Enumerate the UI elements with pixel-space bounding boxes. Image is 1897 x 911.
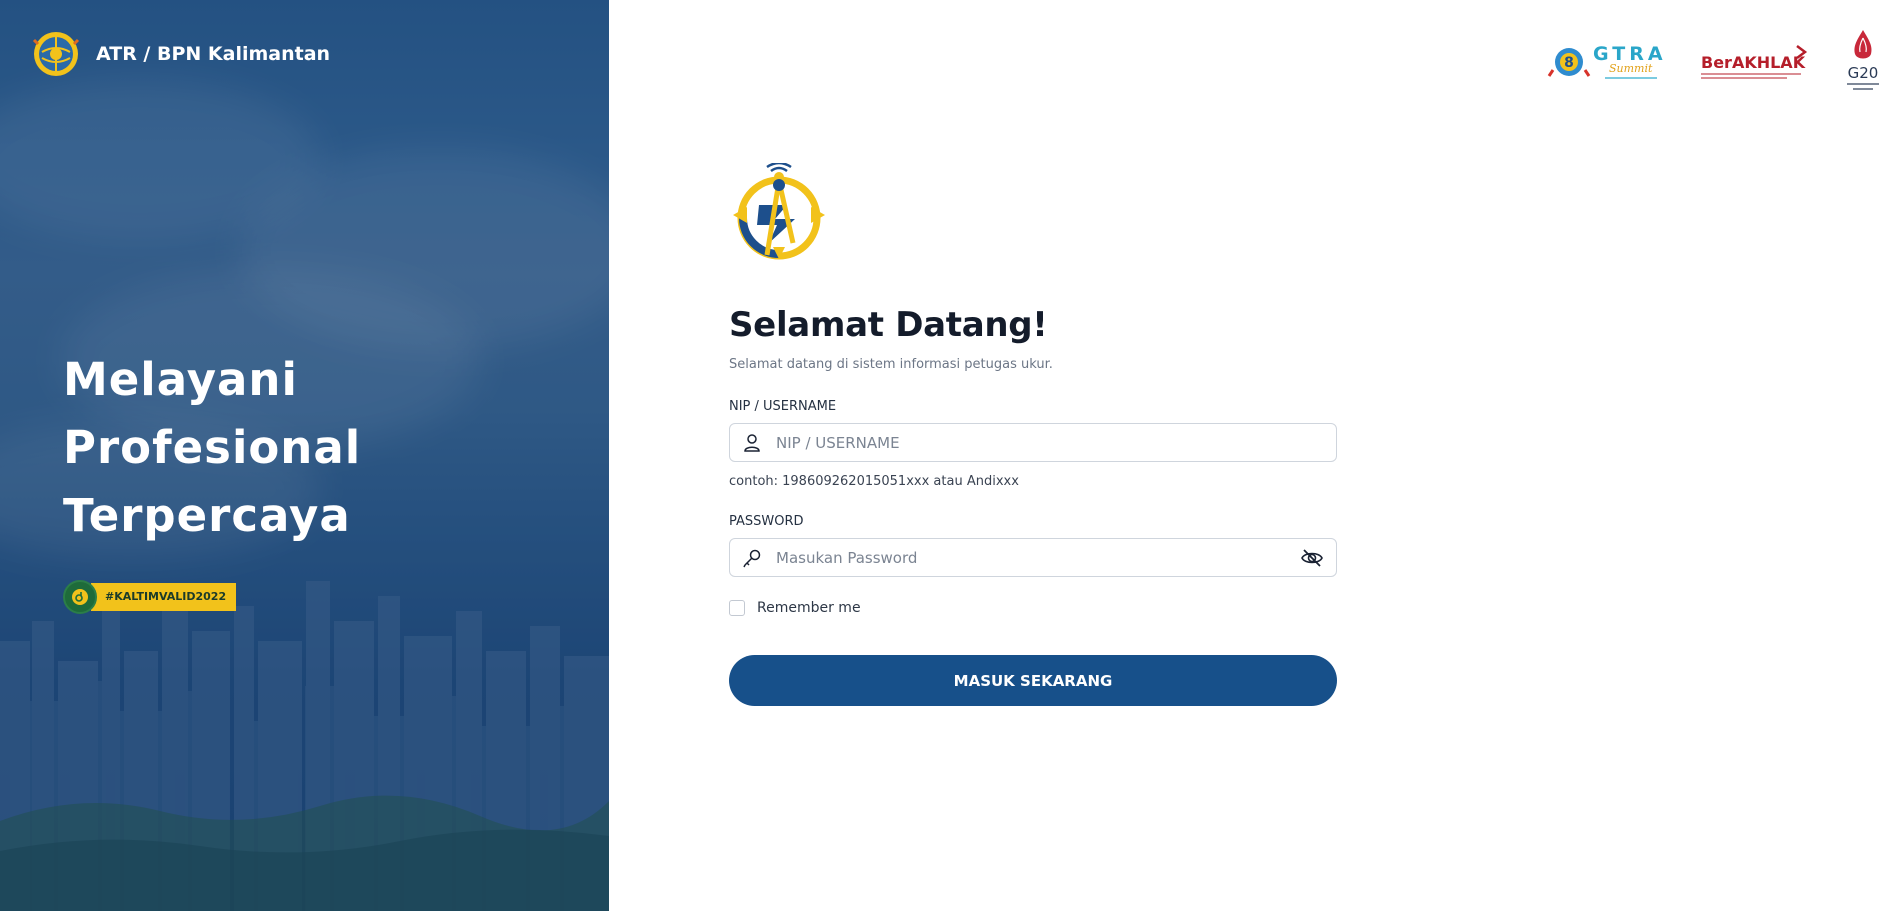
remember-label: Remember me	[757, 600, 861, 616]
berakhlak-logo: BerAKHLAK	[1699, 40, 1809, 84]
password-label: PASSWORD	[729, 514, 804, 529]
username-label: NIP / USERNAME	[729, 399, 837, 414]
svg-text:G20: G20	[1848, 64, 1879, 82]
welcome-title: Selamat Datang!	[729, 305, 1048, 345]
username-field[interactable]	[729, 423, 1337, 462]
g20-indonesia-logo: G20	[1839, 28, 1887, 96]
hashtag-badge: #KALTIMVALID2022	[63, 580, 237, 614]
hashtag-label: #KALTIMVALID2022	[91, 583, 237, 611]
hero-panel: ATR / BPN Kalimantan Melayani Profesiona…	[0, 0, 609, 911]
remember-me[interactable]: Remember me	[729, 599, 1337, 617]
partner-logos: 8 GTRA Summit BerAKHLAK G20	[1547, 28, 1887, 96]
svg-text:Summit: Summit	[1609, 62, 1653, 75]
ok-hand-icon	[63, 580, 97, 614]
tagline-line: Profesional	[63, 421, 362, 474]
hero-tagline: Melayani Profesional Terpercaya	[63, 346, 361, 550]
brand[interactable]: ATR / BPN Kalimantan	[32, 30, 330, 78]
username-input[interactable]	[776, 433, 1324, 452]
gtra-summit-logo: 8 GTRA Summit	[1547, 40, 1669, 84]
tagline-line: Terpercaya	[63, 489, 351, 542]
username-hint: contoh: 19860926201505​1xxx atau Andixxx	[729, 474, 1019, 489]
svg-text:BerAKHLAK: BerAKHLAK	[1701, 53, 1806, 72]
surveyor-compass-logo-icon	[733, 161, 825, 260]
svg-text:8: 8	[1564, 55, 1574, 71]
welcome-subtitle: Selamat datang di sistem informasi petug…	[729, 357, 1053, 372]
password-field[interactable]	[729, 538, 1337, 577]
tagline-line: Melayani	[63, 353, 298, 406]
password-input[interactable]	[776, 548, 1300, 567]
key-icon	[743, 549, 761, 567]
login-form: Selamat Datang! Selamat datang di sistem…	[729, 161, 1337, 706]
user-icon	[744, 433, 760, 452]
brand-title: ATR / BPN Kalimantan	[96, 43, 331, 65]
login-submit-button[interactable]: MASUK SEKARANG	[729, 655, 1337, 706]
remember-checkbox[interactable]	[729, 600, 745, 616]
eye-off-icon[interactable]	[1300, 546, 1324, 570]
atr-bpn-globe-logo-icon	[32, 32, 80, 76]
